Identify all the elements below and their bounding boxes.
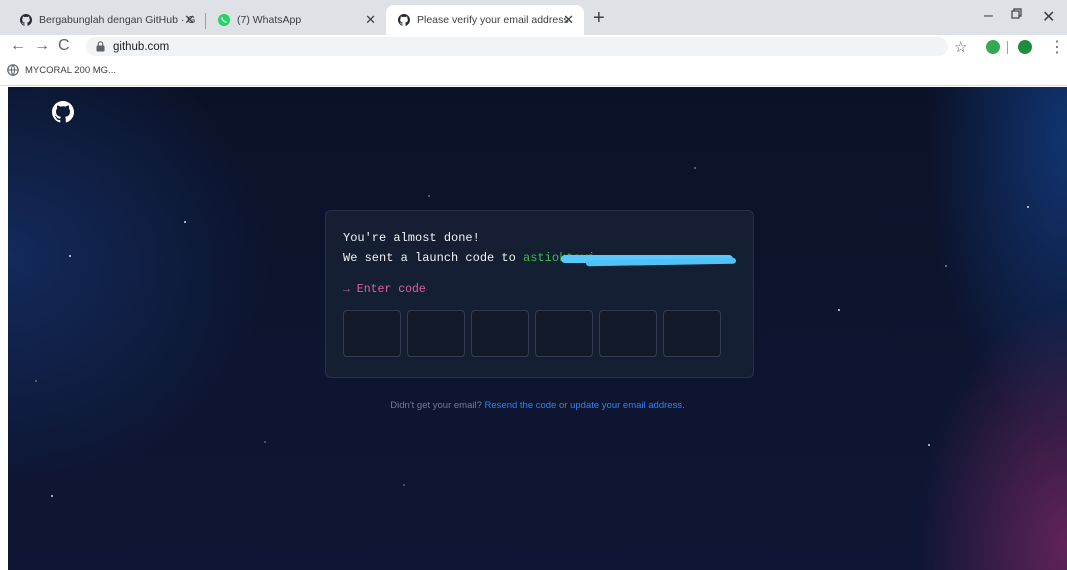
launch-code-text: We sent a launch code to bbox=[343, 251, 524, 265]
bookmark-label: MYCORAL 200 MG... bbox=[25, 64, 116, 76]
tab-title: Bergabunglah dengan GitHub · G bbox=[39, 14, 196, 26]
tab-github-signup[interactable]: Bergabunglah dengan GitHub · G ✕ bbox=[8, 5, 205, 35]
star-decoration bbox=[264, 441, 266, 443]
bookmark-star-icon[interactable]: ☆ bbox=[954, 38, 967, 56]
almost-done-heading: You're almost done! bbox=[343, 231, 480, 245]
close-tab-icon[interactable]: ✕ bbox=[563, 12, 574, 28]
whatsapp-icon bbox=[218, 14, 230, 26]
forward-arrow-icon[interactable]: → bbox=[34, 37, 50, 55]
verify-email-card: You're almost done! We sent a launch cod… bbox=[325, 210, 754, 378]
footer-text: . bbox=[682, 400, 685, 411]
code-digit-input[interactable] bbox=[471, 310, 529, 357]
toolbar-separator bbox=[1007, 41, 1008, 54]
github-icon bbox=[20, 14, 32, 26]
star-decoration bbox=[51, 495, 53, 497]
close-tab-icon[interactable]: ✕ bbox=[184, 12, 195, 28]
restore-icon[interactable] bbox=[1011, 7, 1023, 25]
code-digit-input[interactable] bbox=[663, 310, 721, 357]
resend-code-link[interactable]: Resend the code bbox=[485, 400, 557, 411]
footer-text: Didn't get your email? bbox=[390, 400, 485, 411]
lock-icon bbox=[96, 41, 105, 52]
url-text: github.com bbox=[113, 40, 170, 53]
extension-shield-icon[interactable] bbox=[1018, 40, 1032, 54]
update-email-link[interactable]: update your email address bbox=[570, 400, 682, 411]
star-decoration bbox=[694, 167, 696, 169]
tab-whatsapp[interactable]: (7) WhatsApp ✕ bbox=[206, 5, 386, 35]
footer-text: or bbox=[556, 400, 571, 411]
menu-kebab-icon[interactable]: ⋮ bbox=[1049, 37, 1065, 57]
star-decoration bbox=[928, 444, 930, 446]
globe-icon bbox=[7, 64, 19, 76]
github-icon bbox=[398, 14, 410, 26]
github-logo-icon[interactable] bbox=[52, 101, 74, 123]
extension-adblock-icon[interactable] bbox=[986, 40, 1000, 54]
bookmark-item[interactable]: MYCORAL 200 MG... bbox=[7, 64, 116, 76]
star-decoration bbox=[945, 265, 947, 267]
star-decoration bbox=[1027, 206, 1029, 208]
minimize-icon[interactable]: – bbox=[984, 7, 993, 25]
browser-toolbar: ← → C github.com ☆ ⋮ bbox=[0, 35, 1067, 59]
star-decoration bbox=[428, 195, 430, 197]
address-bar[interactable]: github.com bbox=[86, 37, 948, 56]
tab-strip: Bergabunglah dengan GitHub · G ✕ (7) Wha… bbox=[0, 0, 1067, 35]
resend-footer: Didn't get your email? Resend the code o… bbox=[8, 400, 1067, 411]
code-digit-input[interactable] bbox=[343, 310, 401, 357]
star-decoration bbox=[184, 221, 186, 223]
bookmarks-bar: MYCORAL 200 MG... bbox=[0, 59, 1067, 86]
star-decoration bbox=[838, 309, 840, 311]
star-decoration bbox=[403, 484, 405, 486]
code-digit-input[interactable] bbox=[535, 310, 593, 357]
reload-icon[interactable]: C bbox=[58, 37, 70, 55]
enter-code-prompt: → Enter code bbox=[343, 283, 426, 296]
star-decoration bbox=[69, 255, 71, 257]
code-digit-input[interactable] bbox=[599, 310, 657, 357]
launch-code-message: We sent a launch code to astioktavi bbox=[343, 251, 595, 265]
launch-code-inputs bbox=[343, 310, 721, 357]
tab-title: Please verify your email address bbox=[417, 14, 569, 26]
star-decoration bbox=[35, 380, 37, 382]
new-tab-icon[interactable]: + bbox=[593, 8, 605, 28]
close-window-icon[interactable]: ✕ bbox=[1042, 7, 1055, 27]
back-arrow-icon[interactable]: ← bbox=[10, 37, 26, 55]
code-digit-input[interactable] bbox=[407, 310, 465, 357]
redaction-scribble bbox=[585, 257, 737, 267]
close-tab-icon[interactable]: ✕ bbox=[365, 12, 376, 28]
tab-verify-email[interactable]: Please verify your email address ✕ bbox=[386, 5, 584, 35]
page-content: You're almost done! We sent a launch cod… bbox=[8, 87, 1067, 570]
tab-title: (7) WhatsApp bbox=[237, 14, 302, 26]
